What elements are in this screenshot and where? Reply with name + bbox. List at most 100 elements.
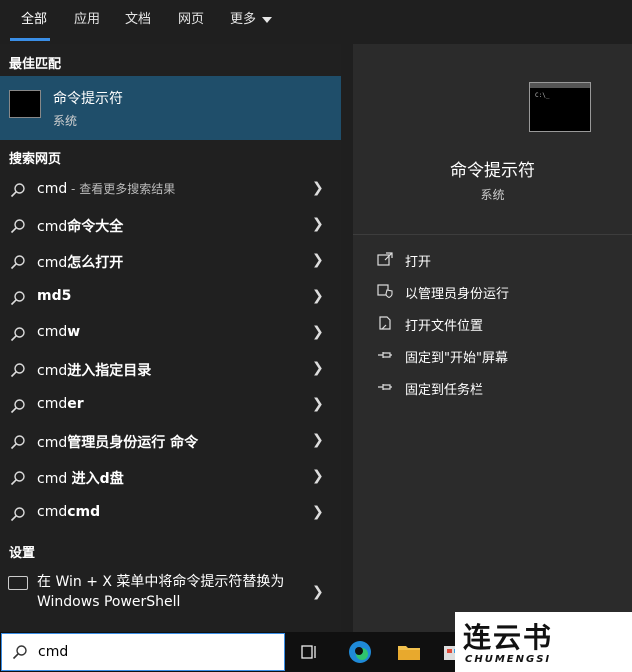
- suggestion-text: w: [67, 324, 81, 340]
- chevron-right-icon: ❯: [312, 288, 324, 304]
- search-icon: [10, 363, 25, 378]
- query-text: cmd: [37, 471, 72, 487]
- chevron-right-icon: ❯: [312, 468, 324, 484]
- pin-icon: [378, 352, 392, 358]
- suggestion-text: 进入指定目录: [67, 363, 152, 379]
- web-search-item[interactable]: cmd 进入d盘 ❯: [0, 460, 341, 496]
- search-icon: [10, 327, 25, 342]
- search-icon: [10, 507, 25, 522]
- tab-all[interactable]: 全部: [21, 8, 47, 27]
- chevron-right-icon: ❯: [312, 252, 324, 268]
- edge-button[interactable]: [343, 636, 377, 668]
- query-text: cmd: [37, 435, 68, 451]
- web-search-item-label: cmder: [37, 396, 84, 412]
- action-pin-to-start[interactable]: 固定到"开始"屏幕: [353, 342, 632, 374]
- file-location-icon: [379, 316, 391, 330]
- query-text: cmd: [37, 363, 68, 379]
- suggestion-text: md5: [37, 288, 72, 304]
- svg-text:C:\_: C:\_: [535, 92, 550, 99]
- terminal-glyph: C:\_: [530, 83, 590, 99]
- action-open-file-location-label: 打开文件位置: [405, 319, 484, 334]
- task-view-icon: [301, 645, 316, 659]
- settings-result-item[interactable]: 在 Win + X 菜单中将命令提示符替换为 Windows PowerShel…: [0, 570, 341, 616]
- active-tab-indicator: [10, 38, 50, 41]
- web-search-item[interactable]: cmdw ❯: [0, 316, 341, 352]
- suggestion-text: cmd: [67, 504, 101, 520]
- query-text: cmd: [37, 504, 68, 520]
- watermark-main-text: 连云书: [463, 621, 554, 654]
- chevron-right-icon: ❯: [312, 584, 324, 600]
- suggestion-text: 进入d盘: [71, 471, 124, 487]
- web-search-item[interactable]: cmder ❯: [0, 388, 341, 424]
- preview-divider: [353, 234, 632, 235]
- web-search-item-label: cmd命令大全: [37, 216, 123, 236]
- settings-heading: 设置: [9, 546, 36, 561]
- web-search-item-label: md5: [37, 288, 71, 304]
- query-text: cmd: [37, 396, 68, 412]
- tab-more[interactable]: 更多: [230, 8, 273, 27]
- best-match-title: 命令提示符: [53, 91, 123, 107]
- search-web-heading: 搜索网页: [9, 152, 62, 167]
- suggestion-text: 怎么打开: [67, 255, 124, 271]
- tab-web[interactable]: 网页: [178, 8, 204, 27]
- web-search-item[interactable]: md5 ❯: [0, 280, 341, 316]
- terminal-icon: [9, 90, 41, 118]
- web-search-item-label: cmdcmd: [37, 504, 100, 520]
- query-text: cmd: [37, 324, 68, 340]
- search-icon: [10, 219, 25, 234]
- web-search-item[interactable]: cmd进入指定目录 ❯: [0, 352, 341, 388]
- task-view-button[interactable]: [292, 636, 326, 668]
- web-search-item[interactable]: cmd怎么打开 ❯: [0, 244, 341, 280]
- chevron-right-icon: ❯: [312, 360, 324, 376]
- web-search-item-label: cmdw: [37, 324, 80, 340]
- terminal-icon: C:\_: [529, 82, 591, 132]
- watermark-sub-text: CHUMENGSI: [465, 654, 552, 665]
- tab-documents[interactable]: 文档: [125, 8, 151, 27]
- best-match-item[interactable]: 命令提示符 系统: [0, 76, 341, 140]
- best-match-subtitle: 系统: [53, 114, 78, 128]
- search-icon: [12, 645, 27, 660]
- search-icon: [10, 399, 25, 414]
- settings-item-label: 在 Win + X 菜单中将命令提示符替换为 Windows PowerShel…: [37, 574, 285, 610]
- edge-browser-icon: [349, 641, 371, 663]
- file-explorer-button[interactable]: [392, 636, 426, 668]
- chevron-right-icon: ❯: [312, 216, 324, 232]
- tab-apps[interactable]: 应用: [74, 8, 100, 27]
- taskbar-search-box[interactable]: [1, 633, 285, 671]
- chevron-right-icon: ❯: [312, 432, 324, 448]
- chevron-right-icon: ❯: [312, 180, 324, 196]
- chevron-down-icon: [262, 16, 273, 23]
- web-search-item-label: cmd进入指定目录: [37, 360, 151, 380]
- action-open[interactable]: 打开: [353, 246, 632, 278]
- web-search-item[interactable]: cmd管理员身份运行 命令 ❯: [0, 424, 341, 460]
- web-search-item[interactable]: cmdcmd ❯: [0, 496, 341, 532]
- search-filter-tabs: 全部 应用 文档 网页 更多: [0, 0, 632, 44]
- web-search-item-label: cmd - 查看更多搜索结果: [37, 180, 175, 197]
- web-search-item[interactable]: cmd命令大全 ❯: [0, 208, 341, 244]
- preview-title: 命令提示符: [450, 161, 535, 181]
- action-pin-to-taskbar[interactable]: 固定到任务栏: [353, 374, 632, 406]
- best-match-heading: 最佳匹配: [9, 57, 62, 72]
- results-pane: 最佳匹配 命令提示符 系统 搜索网页 cmd - 查看更多搜索结果 ❯ cmd命令大…: [0, 44, 341, 632]
- web-search-item[interactable]: cmd - 查看更多搜索结果 ❯: [0, 172, 341, 208]
- action-pin-to-taskbar-label: 固定到任务栏: [405, 383, 484, 398]
- monitor-icon: [8, 576, 28, 590]
- chevron-right-icon: ❯: [312, 324, 324, 340]
- search-icon: [10, 291, 25, 306]
- web-search-item-label: cmd 进入d盘: [37, 468, 124, 488]
- action-run-as-admin[interactable]: 以管理员身份运行: [353, 278, 632, 310]
- preview-pane: C:\_ 命令提示符 系统 打开 以管理员身份运行 打开文件位置 固定到"开始"…: [353, 44, 632, 632]
- suggestion-text: er: [67, 396, 84, 412]
- search-input[interactable]: [38, 642, 258, 662]
- search-icon: [10, 471, 25, 486]
- suggestion-text: 命令大全: [67, 219, 124, 235]
- folder-icon: [398, 646, 420, 660]
- shield-icon: [377, 284, 393, 298]
- web-search-item-label: cmd怎么打开: [37, 252, 123, 272]
- search-icon: [10, 435, 25, 450]
- pin-icon: [378, 384, 392, 390]
- action-pin-to-start-label: 固定到"开始"屏幕: [405, 351, 508, 366]
- open-icon: [377, 252, 393, 266]
- action-run-as-admin-label: 以管理员身份运行: [405, 287, 510, 302]
- action-open-file-location[interactable]: 打开文件位置: [353, 310, 632, 342]
